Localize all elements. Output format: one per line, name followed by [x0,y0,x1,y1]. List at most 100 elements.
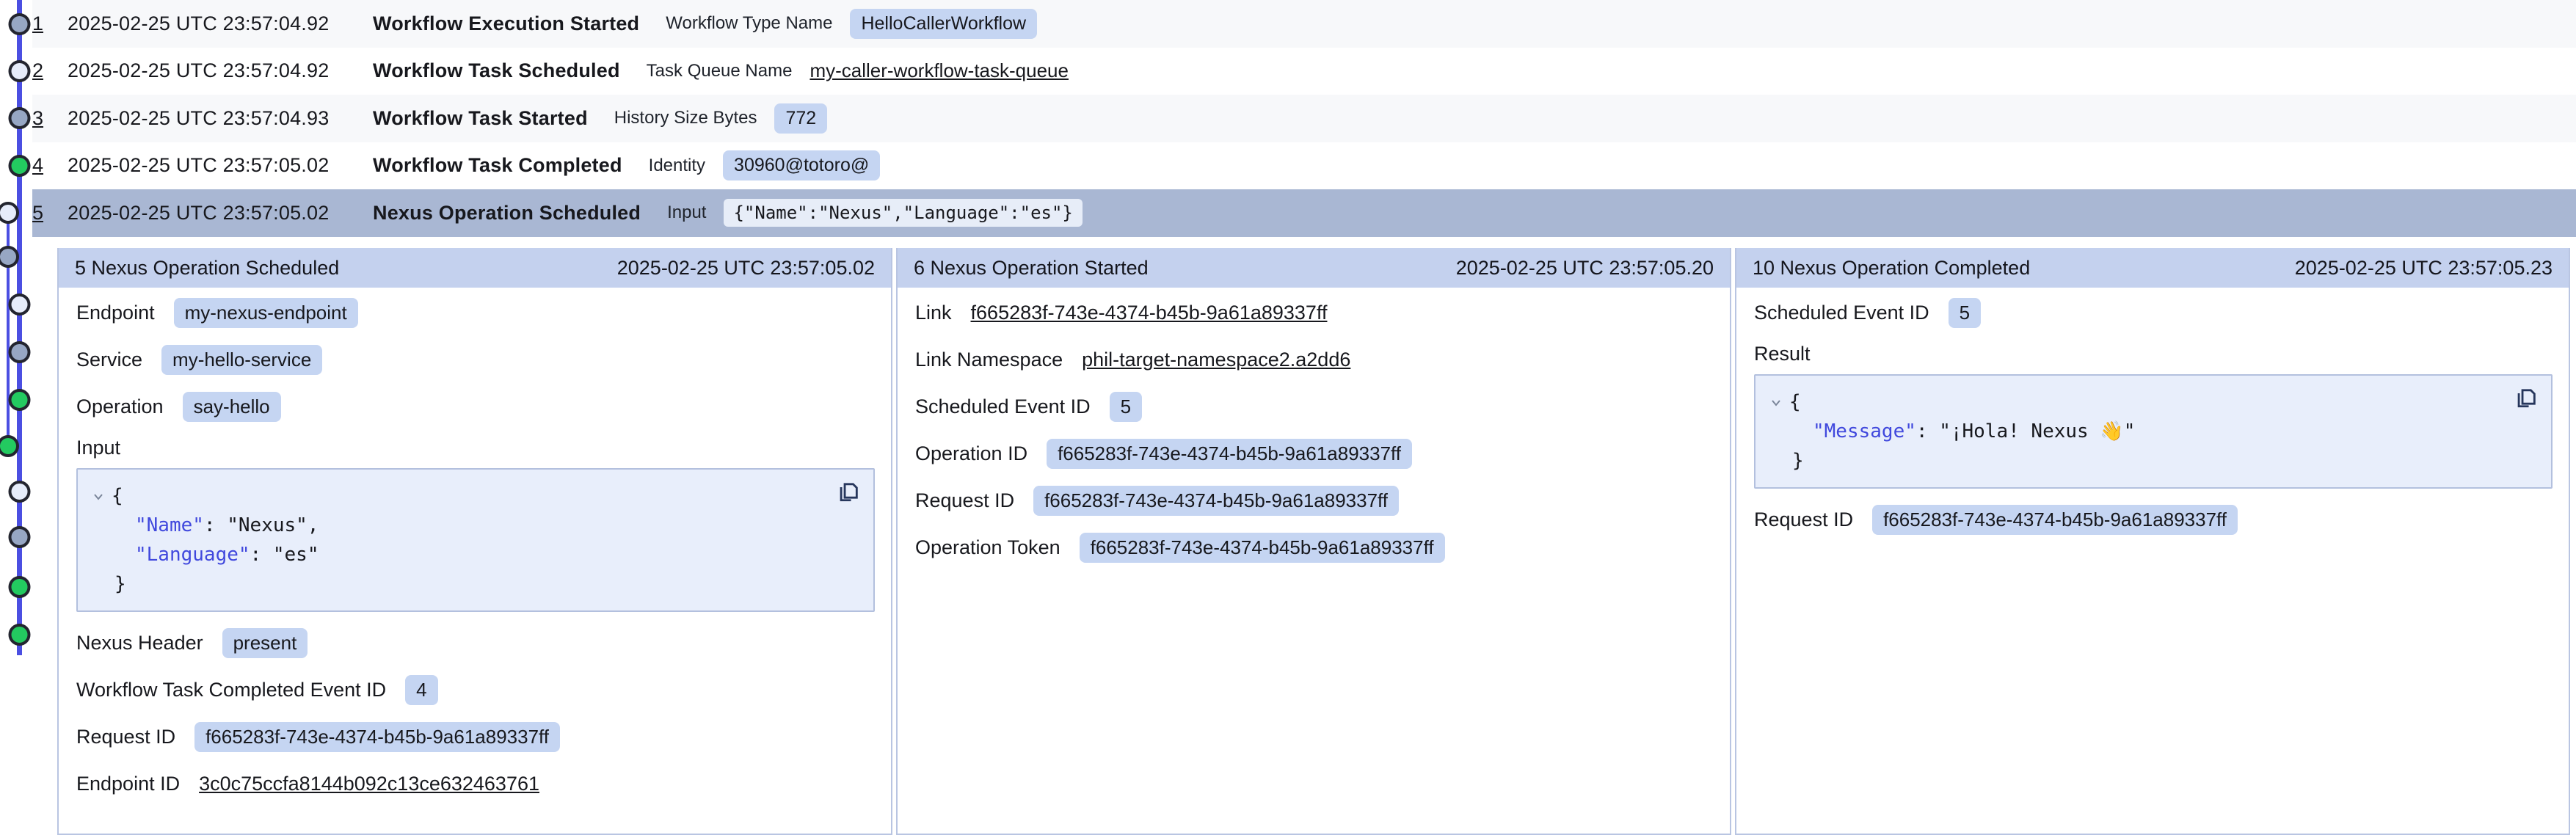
panel-body: Endpoint my-nexus-endpoint Service my-he… [59,288,891,807]
event-dot-green[interactable] [10,390,29,409]
field-operation-id: Operation ID f665283f-743e-4374-b45b-9a6… [915,430,1714,477]
event-id-link[interactable]: 2 [32,59,68,82]
json-line: { [92,481,859,511]
event-detail-label: Input [667,203,706,223]
event-detail-label: Workflow Type Name [666,13,832,34]
field-value-badge: present [222,628,308,658]
field-request-id: Request ID f665283f-743e-4374-b45b-9a61a… [915,477,1714,524]
event-timestamp: 2025-02-25 UTC 23:57:05.02 [68,154,373,177]
event-detail-value: HelloCallerWorkflow [850,9,1037,39]
copy-button[interactable] [835,478,862,505]
endpoint-id-link[interactable]: 3c0c75ccfa8144b092c13ce632463761 [199,773,539,795]
event-type: Workflow Execution Started [373,12,639,35]
field-wtc-event-id: Workflow Task Completed Event ID 4 [76,666,875,713]
panel-timestamp: 2025-02-25 UTC 23:57:05.02 [617,257,875,280]
event-type: Nexus Operation Scheduled [373,202,641,225]
event-dot-light[interactable] [0,203,18,222]
event-detail-label: Task Queue Name [647,61,793,81]
event-row-5-selected[interactable]: 5 2025-02-25 UTC 23:57:05.02 Nexus Opera… [32,189,2576,237]
field-scheduled-event-id: Scheduled Event ID 5 [915,383,1714,430]
copy-button[interactable] [2513,384,2539,411]
field-endpoint: Endpoint my-nexus-endpoint [76,289,875,336]
panel-title: 6 Nexus Operation Started [914,257,1149,280]
field-link: Link f665283f-743e-4374-b45b-9a61a89337f… [915,289,1714,336]
event-detail-value: 772 [774,103,827,134]
field-operation-token: Operation Token f665283f-743e-4374-b45b-… [915,524,1714,571]
event-detail-value: 30960@totoro@ [723,150,880,181]
field-service: Service my-hello-service [76,336,875,383]
copy-icon [836,478,861,503]
event-dot-light[interactable] [10,295,29,314]
event-timestamp: 2025-02-25 UTC 23:57:04.92 [68,12,373,35]
field-scheduled-event-id: Scheduled Event ID 5 [1754,289,2553,336]
event-dot-green[interactable] [10,625,29,644]
link-namespace-link[interactable]: phil-target-namespace2.a2dd6 [1082,349,1350,371]
field-label: Operation [76,395,164,418]
panel-nexus-operation-scheduled: 5 Nexus Operation Scheduled 2025-02-25 U… [57,248,892,835]
field-value-badge: f665283f-743e-4374-b45b-9a61a89337ff [194,722,560,752]
event-dot-green[interactable] [10,577,29,597]
field-value-badge: f665283f-743e-4374-b45b-9a61a89337ff [1047,439,1412,469]
event-dot-green[interactable] [10,156,29,175]
collapse-chevron-icon[interactable] [92,481,112,511]
event-row-4[interactable]: 4 2025-02-25 UTC 23:57:05.02 Workflow Ta… [32,142,2576,190]
json-key: "Name" [135,514,204,536]
event-type: Workflow Task Completed [373,154,622,177]
event-id-link[interactable]: 1 [32,12,68,35]
field-request-id: Request ID f665283f-743e-4374-b45b-9a61a… [1754,496,2553,543]
json-line: "Message": "¡Hola! Nexus 👋" [1770,417,2536,446]
panel-header: 6 Nexus Operation Started 2025-02-25 UTC… [898,248,1730,288]
event-dot-gray[interactable] [10,109,29,128]
field-label: Nexus Header [76,632,203,654]
event-dot-green[interactable] [0,437,18,456]
field-input-label: Input [76,430,875,465]
panel-timestamp: 2025-02-25 UTC 23:57:05.20 [1456,257,1714,280]
json-value: : "es" [250,544,319,566]
event-timeline [0,0,34,803]
field-value-badge: 4 [405,675,437,705]
event-dot-gray[interactable] [10,15,29,34]
link-link[interactable]: f665283f-743e-4374-b45b-9a61a89337ff [971,302,1328,324]
event-dot-gray[interactable] [0,247,18,266]
task-queue-link[interactable]: my-caller-workflow-task-queue [809,59,1069,82]
input-json-viewer: { "Name": "Nexus", "Language": "es" } [76,468,875,612]
event-dot-gray[interactable] [10,343,29,362]
collapse-chevron-icon[interactable] [1770,387,1789,417]
event-row-1[interactable]: 1 2025-02-25 UTC 23:57:04.92 Workflow Ex… [32,0,2576,48]
event-history-list: 1 2025-02-25 UTC 23:57:04.92 Workflow Ex… [32,0,2576,237]
event-id-link[interactable]: 3 [32,107,68,130]
field-label: Request ID [76,726,175,748]
event-row-2[interactable]: 2 2025-02-25 UTC 23:57:04.92 Workflow Ta… [32,48,2576,95]
field-label: Service [76,349,142,371]
field-label: Operation Token [915,536,1060,559]
field-label: Scheduled Event ID [1754,302,1929,324]
panel-header: 5 Nexus Operation Scheduled 2025-02-25 U… [59,248,891,288]
event-dot-gray[interactable] [10,528,29,547]
json-line: { [1770,387,2536,417]
panel-nexus-operation-started: 6 Nexus Operation Started 2025-02-25 UTC… [896,248,1731,835]
field-value-badge: f665283f-743e-4374-b45b-9a61a89337ff [1872,505,2238,535]
event-detail-label: History Size Bytes [614,108,757,128]
field-label: Endpoint [76,302,155,324]
field-value-badge: 5 [1949,298,1981,328]
panel-title: 10 Nexus Operation Completed [1753,257,2030,280]
field-endpoint-id: Endpoint ID 3c0c75ccfa8144b092c13ce63246… [76,760,875,807]
panel-timestamp: 2025-02-25 UTC 23:57:05.23 [2295,257,2553,280]
field-label: Link [915,302,952,324]
event-id-link[interactable]: 4 [32,154,68,177]
result-json-viewer: { "Message": "¡Hola! Nexus 👋" } [1754,374,2553,489]
copy-icon [2514,384,2539,409]
field-link-namespace: Link Namespace phil-target-namespace2.a2… [915,336,1714,383]
field-label: Result [1754,343,1811,365]
event-detail-label: Identity [649,156,705,176]
field-value-badge: my-hello-service [161,345,322,375]
event-row-3[interactable]: 3 2025-02-25 UTC 23:57:04.93 Workflow Ta… [32,95,2576,142]
panel-body: Link f665283f-743e-4374-b45b-9a61a89337f… [898,288,1730,571]
event-id-link[interactable]: 5 [32,202,68,225]
json-line: } [92,569,859,599]
json-line: "Language": "es" [92,540,859,569]
event-dot-light[interactable] [10,482,29,501]
panel-body: Scheduled Event ID 5 Result { "Message":… [1736,288,2569,543]
field-label: Scheduled Event ID [915,395,1091,418]
event-dot-light[interactable] [10,62,29,81]
